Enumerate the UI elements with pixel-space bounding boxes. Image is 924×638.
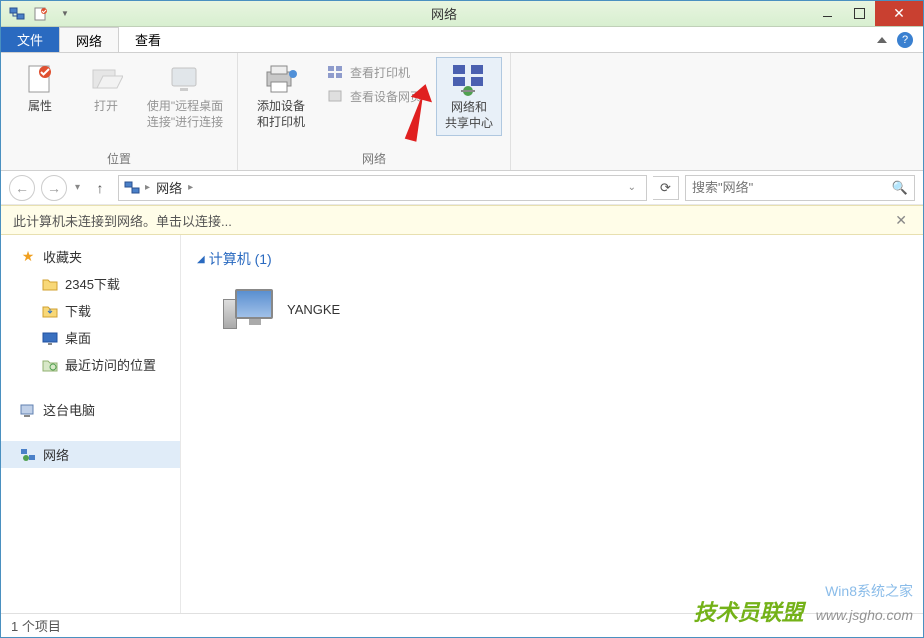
content-pane: ◢ 计算机 (1) YANGKE [181, 235, 923, 633]
favorites-label: 收藏夹 [43, 247, 82, 266]
network-path-icon [123, 179, 141, 197]
sidebar-network[interactable]: 网络 [1, 441, 180, 468]
downloads-label: 下载 [65, 301, 91, 320]
view-device-page-button[interactable]: 查看设备网页 [320, 85, 428, 107]
group-location-label: 位置 [9, 147, 229, 170]
minimize-button[interactable] [811, 1, 843, 26]
sharing-center-label-2: 共享中心 [445, 116, 493, 132]
rdp-button: 使用"远程桌面 连接"进行连接 [141, 57, 229, 134]
printers-small-icon [326, 63, 344, 81]
history-dropdown-icon[interactable]: ▾ [73, 182, 82, 193]
view-printers-label: 查看打印机 [350, 64, 410, 81]
quick-access-toolbar: ▼ [1, 3, 77, 25]
tab-network[interactable]: 网络 [59, 27, 119, 52]
open-label: 打开 [94, 99, 118, 115]
download-folder-icon [41, 302, 59, 320]
group-header-computers[interactable]: ◢ 计算机 (1) [197, 243, 907, 275]
notification-bar[interactable]: 此计算机未连接到网络。单击以连接... ✕ [1, 205, 923, 235]
close-button[interactable]: ✕ [875, 1, 923, 26]
address-bar[interactable]: ▸ 网络 ▸ ⌄ [118, 175, 647, 201]
back-button[interactable]: ← [9, 175, 35, 201]
navigation-pane: ★ 收藏夹 2345下载 下载 桌面 最近访问的位置 [1, 235, 181, 633]
computer-item-label: YANGKE [287, 302, 340, 317]
search-icon[interactable]: 🔍 [892, 180, 908, 196]
forward-button[interactable]: → [41, 175, 67, 201]
main-area: ★ 收藏夹 2345下载 下载 桌面 最近访问的位置 [1, 235, 923, 633]
ribbon: 属性 打开 使用"远程桌面 连接"进行连接 位置 [1, 53, 923, 171]
breadcrumb-network[interactable]: 网络 [154, 178, 184, 197]
sharing-center-icon [451, 62, 487, 98]
search-box[interactable]: 🔍 [685, 175, 915, 201]
dropdown-icon[interactable]: ▼ [53, 3, 77, 25]
maximize-button[interactable] [843, 1, 875, 26]
address-row: ← → ▾ ↑ ▸ 网络 ▸ ⌄ ⟳ 🔍 [1, 171, 923, 205]
printer-icon [263, 61, 299, 97]
2345-downloads-label: 2345下载 [65, 274, 120, 293]
window-controls: ✕ [811, 1, 923, 26]
open-button: 打开 [75, 57, 137, 119]
ribbon-group-network: 添加设备 和打印机 查看打印机 查看设备网页 [238, 53, 511, 170]
tab-file[interactable]: 文件 [1, 27, 59, 52]
rdp-icon [167, 61, 203, 97]
rdp-label-2: 连接"进行连接 [147, 115, 223, 131]
network-icon [5, 3, 29, 25]
properties-icon[interactable] [29, 3, 53, 25]
title-bar: ▼ 网络 ✕ [1, 1, 923, 27]
view-device-page-label: 查看设备网页 [350, 88, 422, 105]
sharing-center-label-1: 网络和 [451, 100, 487, 116]
desktop-label: 桌面 [65, 328, 91, 347]
add-devices-label-2: 和打印机 [257, 115, 305, 131]
up-button[interactable]: ↑ [88, 176, 112, 200]
properties-icon [22, 61, 58, 97]
item-grid: YANGKE [197, 275, 907, 343]
computer-icon [19, 401, 37, 419]
recent-icon [41, 356, 59, 374]
add-devices-label-1: 添加设备 [257, 99, 305, 115]
open-icon [88, 61, 124, 97]
status-bar: 1 个项目 [1, 613, 923, 637]
this-pc-label: 这台电脑 [43, 400, 95, 419]
refresh-button[interactable]: ⟳ [653, 176, 679, 200]
group-computers-label: 计算机 (1) [209, 249, 272, 269]
properties-label: 属性 [28, 99, 52, 115]
device-page-icon [326, 87, 344, 105]
ribbon-tabs: 文件 网络 查看 ? [1, 27, 923, 53]
tab-view[interactable]: 查看 [119, 27, 177, 52]
computer-item[interactable]: YANGKE [217, 283, 344, 335]
chevron-down-icon: ◢ [197, 254, 205, 265]
sidebar-downloads[interactable]: 下载 [1, 297, 180, 324]
recent-label: 最近访问的位置 [65, 355, 156, 374]
star-icon: ★ [19, 248, 37, 266]
notification-text: 此计算机未连接到网络。单击以连接... [13, 211, 232, 230]
item-count: 1 个项目 [11, 616, 61, 635]
sidebar-2345-downloads[interactable]: 2345下载 [1, 270, 180, 297]
notification-close-button[interactable]: ✕ [891, 212, 911, 229]
view-printers-button[interactable]: 查看打印机 [320, 61, 428, 83]
breadcrumb-sep-icon[interactable]: ▸ [145, 182, 150, 193]
sidebar-recent[interactable]: 最近访问的位置 [1, 351, 180, 378]
help-icon[interactable]: ? [897, 32, 913, 48]
group-network-label: 网络 [246, 147, 502, 170]
computer-item-icon [221, 287, 277, 331]
address-dropdown-icon[interactable]: ⌄ [622, 182, 642, 193]
ribbon-group-location: 属性 打开 使用"远程桌面 连接"进行连接 位置 [1, 53, 238, 170]
window-title: 网络 [77, 4, 811, 23]
sidebar-favorites[interactable]: ★ 收藏夹 [1, 243, 180, 270]
sidebar-desktop[interactable]: 桌面 [1, 324, 180, 351]
search-input[interactable] [692, 180, 892, 195]
network-label: 网络 [43, 445, 69, 464]
folder-icon [41, 275, 59, 293]
rdp-label-1: 使用"远程桌面 [147, 99, 223, 115]
properties-button[interactable]: 属性 [9, 57, 71, 119]
add-devices-button[interactable]: 添加设备 和打印机 [246, 57, 316, 134]
network-tree-icon [19, 446, 37, 464]
breadcrumb-sep-icon[interactable]: ▸ [188, 182, 193, 193]
sharing-center-button[interactable]: 网络和 共享中心 [436, 57, 502, 136]
sidebar-this-pc[interactable]: 这台电脑 [1, 396, 180, 423]
collapse-ribbon-icon[interactable] [877, 37, 887, 43]
desktop-icon [41, 329, 59, 347]
